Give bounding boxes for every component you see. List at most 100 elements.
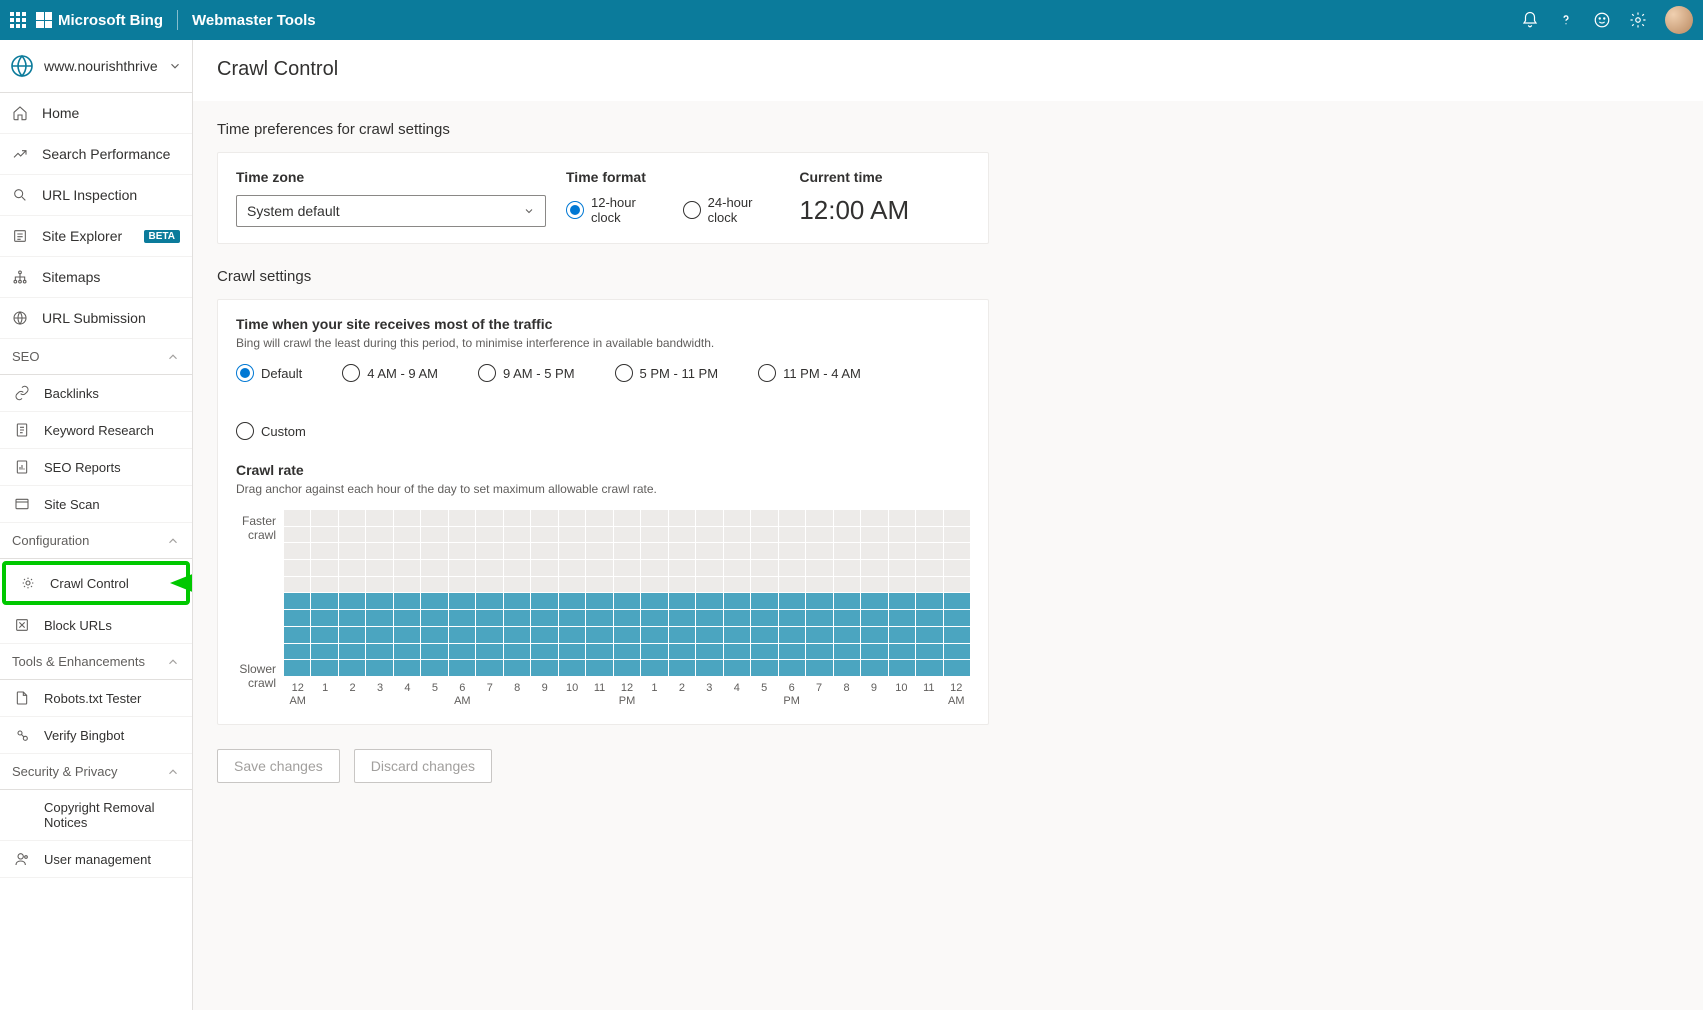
nav-home[interactable]: Home (0, 93, 192, 134)
chart-cell[interactable] (531, 527, 557, 543)
chart-cell[interactable] (916, 627, 942, 643)
chart-cell[interactable] (614, 644, 640, 660)
chart-cell[interactable] (669, 627, 695, 643)
chart-cell[interactable] (889, 543, 915, 559)
chart-cell[interactable] (696, 543, 722, 559)
chart-cell[interactable] (696, 627, 722, 643)
chart-cell[interactable] (504, 543, 530, 559)
chart-cell[interactable] (394, 627, 420, 643)
chart-cell[interactable] (641, 510, 667, 526)
chart-cell[interactable] (641, 644, 667, 660)
chart-cell[interactable] (339, 543, 365, 559)
chart-cell[interactable] (806, 560, 832, 576)
chart-cell[interactable] (366, 527, 392, 543)
chart-cell[interactable] (284, 610, 310, 626)
chart-cell[interactable] (916, 543, 942, 559)
chart-cell[interactable] (751, 577, 777, 593)
radio-12-hour[interactable]: 12-hour clock (566, 195, 663, 225)
chart-cell[interactable] (696, 577, 722, 593)
chart-cell[interactable] (504, 527, 530, 543)
chart-cell[interactable] (944, 644, 970, 660)
chart-cell[interactable] (421, 510, 447, 526)
nav-verify-bingbot[interactable]: Verify Bingbot (0, 717, 192, 754)
chart-cell[interactable] (476, 610, 502, 626)
chart-cell[interactable] (394, 644, 420, 660)
chart-cell[interactable] (669, 644, 695, 660)
chart-cell[interactable] (944, 577, 970, 593)
chart-cell[interactable] (641, 543, 667, 559)
chart-cell[interactable] (724, 560, 750, 576)
chart-cell[interactable] (779, 660, 805, 676)
chart-cell[interactable] (366, 627, 392, 643)
chart-cell[interactable] (806, 627, 832, 643)
crawl-grid[interactable] (284, 510, 970, 676)
chart-cell[interactable] (916, 660, 942, 676)
chart-cell[interactable] (476, 543, 502, 559)
chart-cell[interactable] (531, 627, 557, 643)
chart-cell[interactable] (834, 543, 860, 559)
nav-backlinks[interactable]: Backlinks (0, 375, 192, 412)
chart-cell[interactable] (779, 543, 805, 559)
chart-cell[interactable] (724, 627, 750, 643)
chart-cell[interactable] (834, 560, 860, 576)
chart-cell[interactable] (311, 577, 337, 593)
chart-cell[interactable] (531, 543, 557, 559)
chart-cell[interactable] (724, 527, 750, 543)
chart-cell[interactable] (724, 593, 750, 609)
chart-cell[interactable] (284, 543, 310, 559)
feedback-icon[interactable] (1593, 11, 1611, 29)
chart-cell[interactable] (806, 577, 832, 593)
chart-cell[interactable] (586, 644, 612, 660)
chart-cell[interactable] (834, 593, 860, 609)
chart-cell[interactable] (724, 610, 750, 626)
chart-cell[interactable] (421, 543, 447, 559)
chart-cell[interactable] (284, 527, 310, 543)
chart-cell[interactable] (394, 577, 420, 593)
nav-url-submission[interactable]: URL Submission (0, 298, 192, 339)
chart-cell[interactable] (559, 510, 585, 526)
chart-cell[interactable] (861, 644, 887, 660)
chart-cell[interactable] (421, 644, 447, 660)
nav-section-seo[interactable]: SEO (0, 339, 192, 375)
chart-cell[interactable] (944, 660, 970, 676)
chart-cell[interactable] (394, 593, 420, 609)
chart-cell[interactable] (614, 560, 640, 576)
chart-cell[interactable] (394, 510, 420, 526)
chart-cell[interactable] (614, 543, 640, 559)
chart-cell[interactable] (641, 527, 667, 543)
nav-section-tools[interactable]: Tools & Enhancements (0, 644, 192, 680)
chart-cell[interactable] (531, 660, 557, 676)
nav-search-performance[interactable]: Search Performance (0, 134, 192, 175)
save-button[interactable]: Save changes (217, 749, 340, 783)
chart-cell[interactable] (641, 660, 667, 676)
chart-cell[interactable] (724, 644, 750, 660)
chart-cell[interactable] (586, 543, 612, 559)
chart-cell[interactable] (696, 610, 722, 626)
chart-cell[interactable] (916, 560, 942, 576)
chart-cell[interactable] (586, 627, 612, 643)
chart-cell[interactable] (889, 627, 915, 643)
chart-cell[interactable] (834, 644, 860, 660)
chart-cell[interactable] (311, 644, 337, 660)
chart-cell[interactable] (504, 644, 530, 660)
chart-cell[interactable] (751, 527, 777, 543)
chart-cell[interactable] (476, 644, 502, 660)
radio-11pm-4am[interactable]: 11 PM - 4 AM (758, 364, 861, 382)
chart-cell[interactable] (504, 577, 530, 593)
chart-cell[interactable] (916, 527, 942, 543)
chart-cell[interactable] (504, 510, 530, 526)
user-avatar[interactable] (1665, 6, 1693, 34)
chart-cell[interactable] (779, 527, 805, 543)
chart-cell[interactable] (889, 527, 915, 543)
chart-cell[interactable] (476, 627, 502, 643)
chart-cell[interactable] (669, 593, 695, 609)
chart-cell[interactable] (669, 527, 695, 543)
chart-cell[interactable] (449, 627, 475, 643)
chart-cell[interactable] (449, 644, 475, 660)
chart-cell[interactable] (641, 560, 667, 576)
chart-cell[interactable] (366, 644, 392, 660)
chart-cell[interactable] (779, 644, 805, 660)
chart-cell[interactable] (339, 577, 365, 593)
chart-cell[interactable] (861, 627, 887, 643)
chart-cell[interactable] (916, 577, 942, 593)
